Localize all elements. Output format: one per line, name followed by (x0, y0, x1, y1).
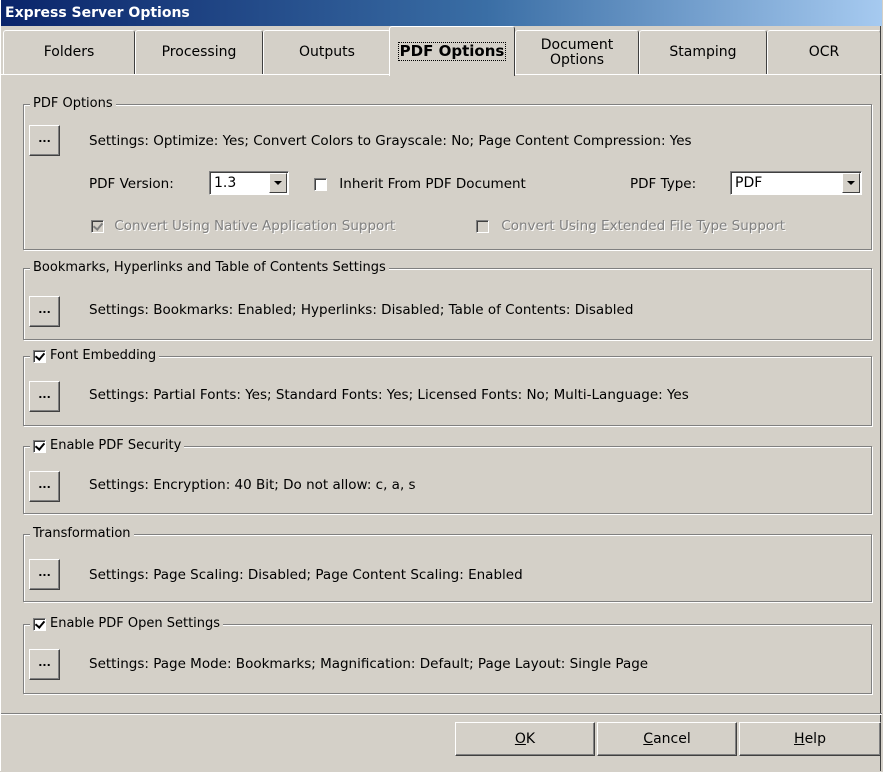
pdf-type-label: PDF Type: (630, 176, 697, 192)
ok-button[interactable]: OK (455, 722, 595, 756)
bookmarks-group: Bookmarks, Hyperlinks and Table of Conte… (23, 260, 872, 340)
tab-strip: Folders Processing Outputs PDF Options D… (1, 26, 882, 92)
pdf-options-settings-text: Settings: Optimize: Yes; Convert Colors … (89, 133, 692, 149)
help-button[interactable]: Help (739, 722, 881, 756)
open-settings-checkbox[interactable] (33, 617, 46, 631)
bookmarks-settings-button[interactable]: ... (29, 296, 60, 327)
tab-pdf-options[interactable]: PDF Options (389, 26, 515, 76)
font-embedding-group-title[interactable]: Font Embedding (30, 348, 160, 364)
tab-ocr[interactable]: OCR (767, 30, 881, 74)
transformation-group-title: Transformation (30, 526, 134, 542)
native-support-checkbox (91, 219, 104, 233)
font-embedding-settings-button[interactable]: ... (29, 381, 60, 412)
font-embedding-checkbox[interactable] (33, 349, 46, 363)
font-embedding-settings-text: Settings: Partial Fonts: Yes; Standard F… (89, 387, 689, 403)
inherit-checkbox-row[interactable]: Inherit From PDF Document (314, 176, 526, 192)
extended-support-row: Convert Using Extended File Type Support (476, 218, 785, 234)
tab-document-options[interactable]: Document Options (515, 30, 639, 74)
pdf-version-label: PDF Version: (89, 176, 174, 192)
transformation-settings-button[interactable]: ... (29, 559, 60, 590)
security-checkbox[interactable] (33, 439, 46, 453)
options-dialog: Express Server Options Folders Processin… (0, 0, 882, 772)
font-embedding-group: Font Embedding ... Settings: Partial Fon… (23, 348, 872, 426)
security-group: Enable PDF Security ... Settings: Encryp… (23, 438, 872, 514)
open-settings-settings-text: Settings: Page Mode: Bookmarks; Magnific… (89, 656, 649, 672)
open-settings-group-title[interactable]: Enable PDF Open Settings (30, 616, 224, 632)
cancel-button[interactable]: Cancel (597, 722, 737, 756)
pdf-options-group: PDF Options ... Settings: Optimize: Yes;… (23, 96, 872, 250)
transformation-group: Transformation ... Settings: Page Scalin… (23, 526, 872, 602)
pdf-options-settings-button[interactable]: ... (29, 125, 60, 156)
security-settings-button[interactable]: ... (29, 471, 60, 502)
security-settings-text: Settings: Encryption: 40 Bit; Do not all… (89, 477, 416, 493)
bookmarks-group-title: Bookmarks, Hyperlinks and Table of Conte… (30, 260, 389, 276)
open-settings-group: Enable PDF Open Settings ... Settings: P… (23, 616, 872, 694)
chevron-down-icon[interactable] (269, 173, 287, 193)
pdf-version-select[interactable]: 1.3 (209, 171, 289, 195)
tab-processing[interactable]: Processing (135, 30, 263, 74)
dialog-button-bar: OK Cancel Help (1, 713, 882, 772)
window-title: Express Server Options (1, 0, 882, 26)
native-support-row: Convert Using Native Application Support (91, 218, 395, 234)
security-group-title[interactable]: Enable PDF Security (30, 438, 185, 454)
open-settings-settings-button[interactable]: ... (29, 649, 60, 680)
tab-stamping[interactable]: Stamping (639, 30, 767, 74)
bookmarks-settings-text: Settings: Bookmarks: Enabled; Hyperlinks… (89, 302, 634, 318)
chevron-down-icon[interactable] (842, 173, 860, 193)
pdf-type-select[interactable]: PDF (730, 171, 862, 195)
tab-folders[interactable]: Folders (3, 30, 135, 74)
tab-outputs[interactable]: Outputs (263, 30, 391, 74)
transformation-settings-text: Settings: Page Scaling: Disabled; Page C… (89, 567, 523, 583)
extended-support-checkbox (476, 219, 489, 233)
inherit-checkbox[interactable] (314, 177, 327, 191)
pdf-options-group-title: PDF Options (30, 96, 116, 112)
